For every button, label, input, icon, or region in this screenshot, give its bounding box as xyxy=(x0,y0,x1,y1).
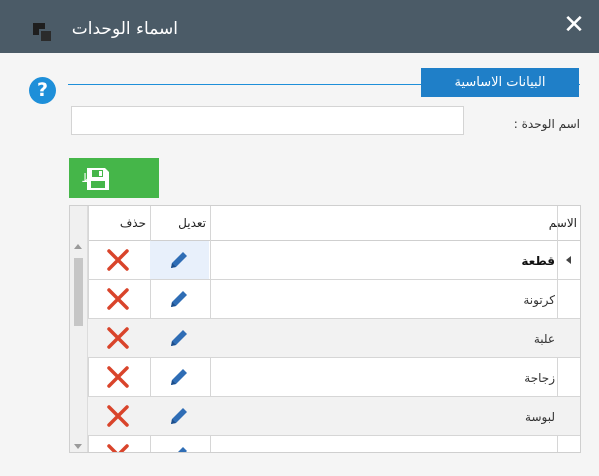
unit-name-label: اسم الوحدة : xyxy=(513,117,580,131)
column-header-edit[interactable]: تعديل xyxy=(150,206,210,241)
unit-name-cell[interactable]: قطعة xyxy=(210,241,557,279)
delete-cell[interactable] xyxy=(88,436,150,453)
save-button[interactable]: حفظ xyxy=(69,158,159,198)
edit-cell[interactable] xyxy=(150,436,209,453)
delete-x-icon[interactable] xyxy=(106,288,130,310)
scroll-thumb[interactable] xyxy=(74,258,83,326)
table-row[interactable]: لبوسة xyxy=(88,397,580,436)
delete-cell[interactable] xyxy=(88,241,150,279)
pencil-icon[interactable] xyxy=(168,444,190,453)
help-icon[interactable]: ? xyxy=(29,77,56,104)
vertical-scrollbar[interactable] xyxy=(70,206,88,452)
table-row[interactable]: علبة xyxy=(88,319,580,358)
delete-cell[interactable] xyxy=(88,280,150,318)
unit-name-cell[interactable]: زجاجة xyxy=(210,358,557,396)
delete-cell[interactable] xyxy=(88,358,150,396)
edit-cell[interactable] xyxy=(150,241,209,279)
window-titlebar: اسماء الوحدات ✕ xyxy=(0,0,599,53)
section-title: البيانات الاساسية xyxy=(421,68,579,97)
pencil-icon[interactable] xyxy=(168,288,190,310)
unit-name-input[interactable] xyxy=(71,106,464,135)
column-header-name[interactable]: الاسم xyxy=(210,206,580,241)
delete-x-icon[interactable] xyxy=(106,444,130,453)
current-row-indicator-icon xyxy=(566,256,571,264)
close-icon[interactable]: ✕ xyxy=(562,10,586,40)
app-icon xyxy=(33,23,53,43)
scroll-up-icon[interactable] xyxy=(74,244,82,249)
pencil-icon[interactable] xyxy=(168,405,190,427)
table-row[interactable]: كرتونة xyxy=(88,280,580,319)
unit-name-cell[interactable]: علبة xyxy=(210,319,557,357)
unit-name-cell[interactable] xyxy=(210,436,557,452)
table-row[interactable]: قطعة xyxy=(88,241,580,280)
column-header-delete[interactable]: حذف xyxy=(88,206,150,241)
units-grid: الاسم تعديل حذف قطعة كرتونة علبة زجاجة ل… xyxy=(69,205,581,453)
delete-x-icon[interactable] xyxy=(106,327,130,349)
edit-cell[interactable] xyxy=(150,358,209,396)
delete-x-icon[interactable] xyxy=(106,366,130,388)
delete-x-icon[interactable] xyxy=(106,405,130,427)
scroll-down-icon[interactable] xyxy=(74,444,82,449)
edit-cell[interactable] xyxy=(150,319,209,357)
unit-name-cell[interactable]: كرتونة xyxy=(210,280,557,318)
pencil-icon[interactable] xyxy=(168,249,190,271)
edit-cell[interactable] xyxy=(150,280,209,318)
edit-cell[interactable] xyxy=(150,397,209,435)
delete-cell[interactable] xyxy=(88,319,150,357)
delete-x-icon[interactable] xyxy=(106,249,130,271)
unit-name-cell[interactable]: لبوسة xyxy=(210,397,557,435)
delete-cell[interactable] xyxy=(88,397,150,435)
window-title: اسماء الوحدات xyxy=(71,19,178,39)
pencil-icon[interactable] xyxy=(168,366,190,388)
pencil-icon[interactable] xyxy=(168,327,190,349)
table-row[interactable] xyxy=(88,436,580,453)
save-icon xyxy=(87,168,109,190)
table-row[interactable]: زجاجة xyxy=(88,358,580,397)
